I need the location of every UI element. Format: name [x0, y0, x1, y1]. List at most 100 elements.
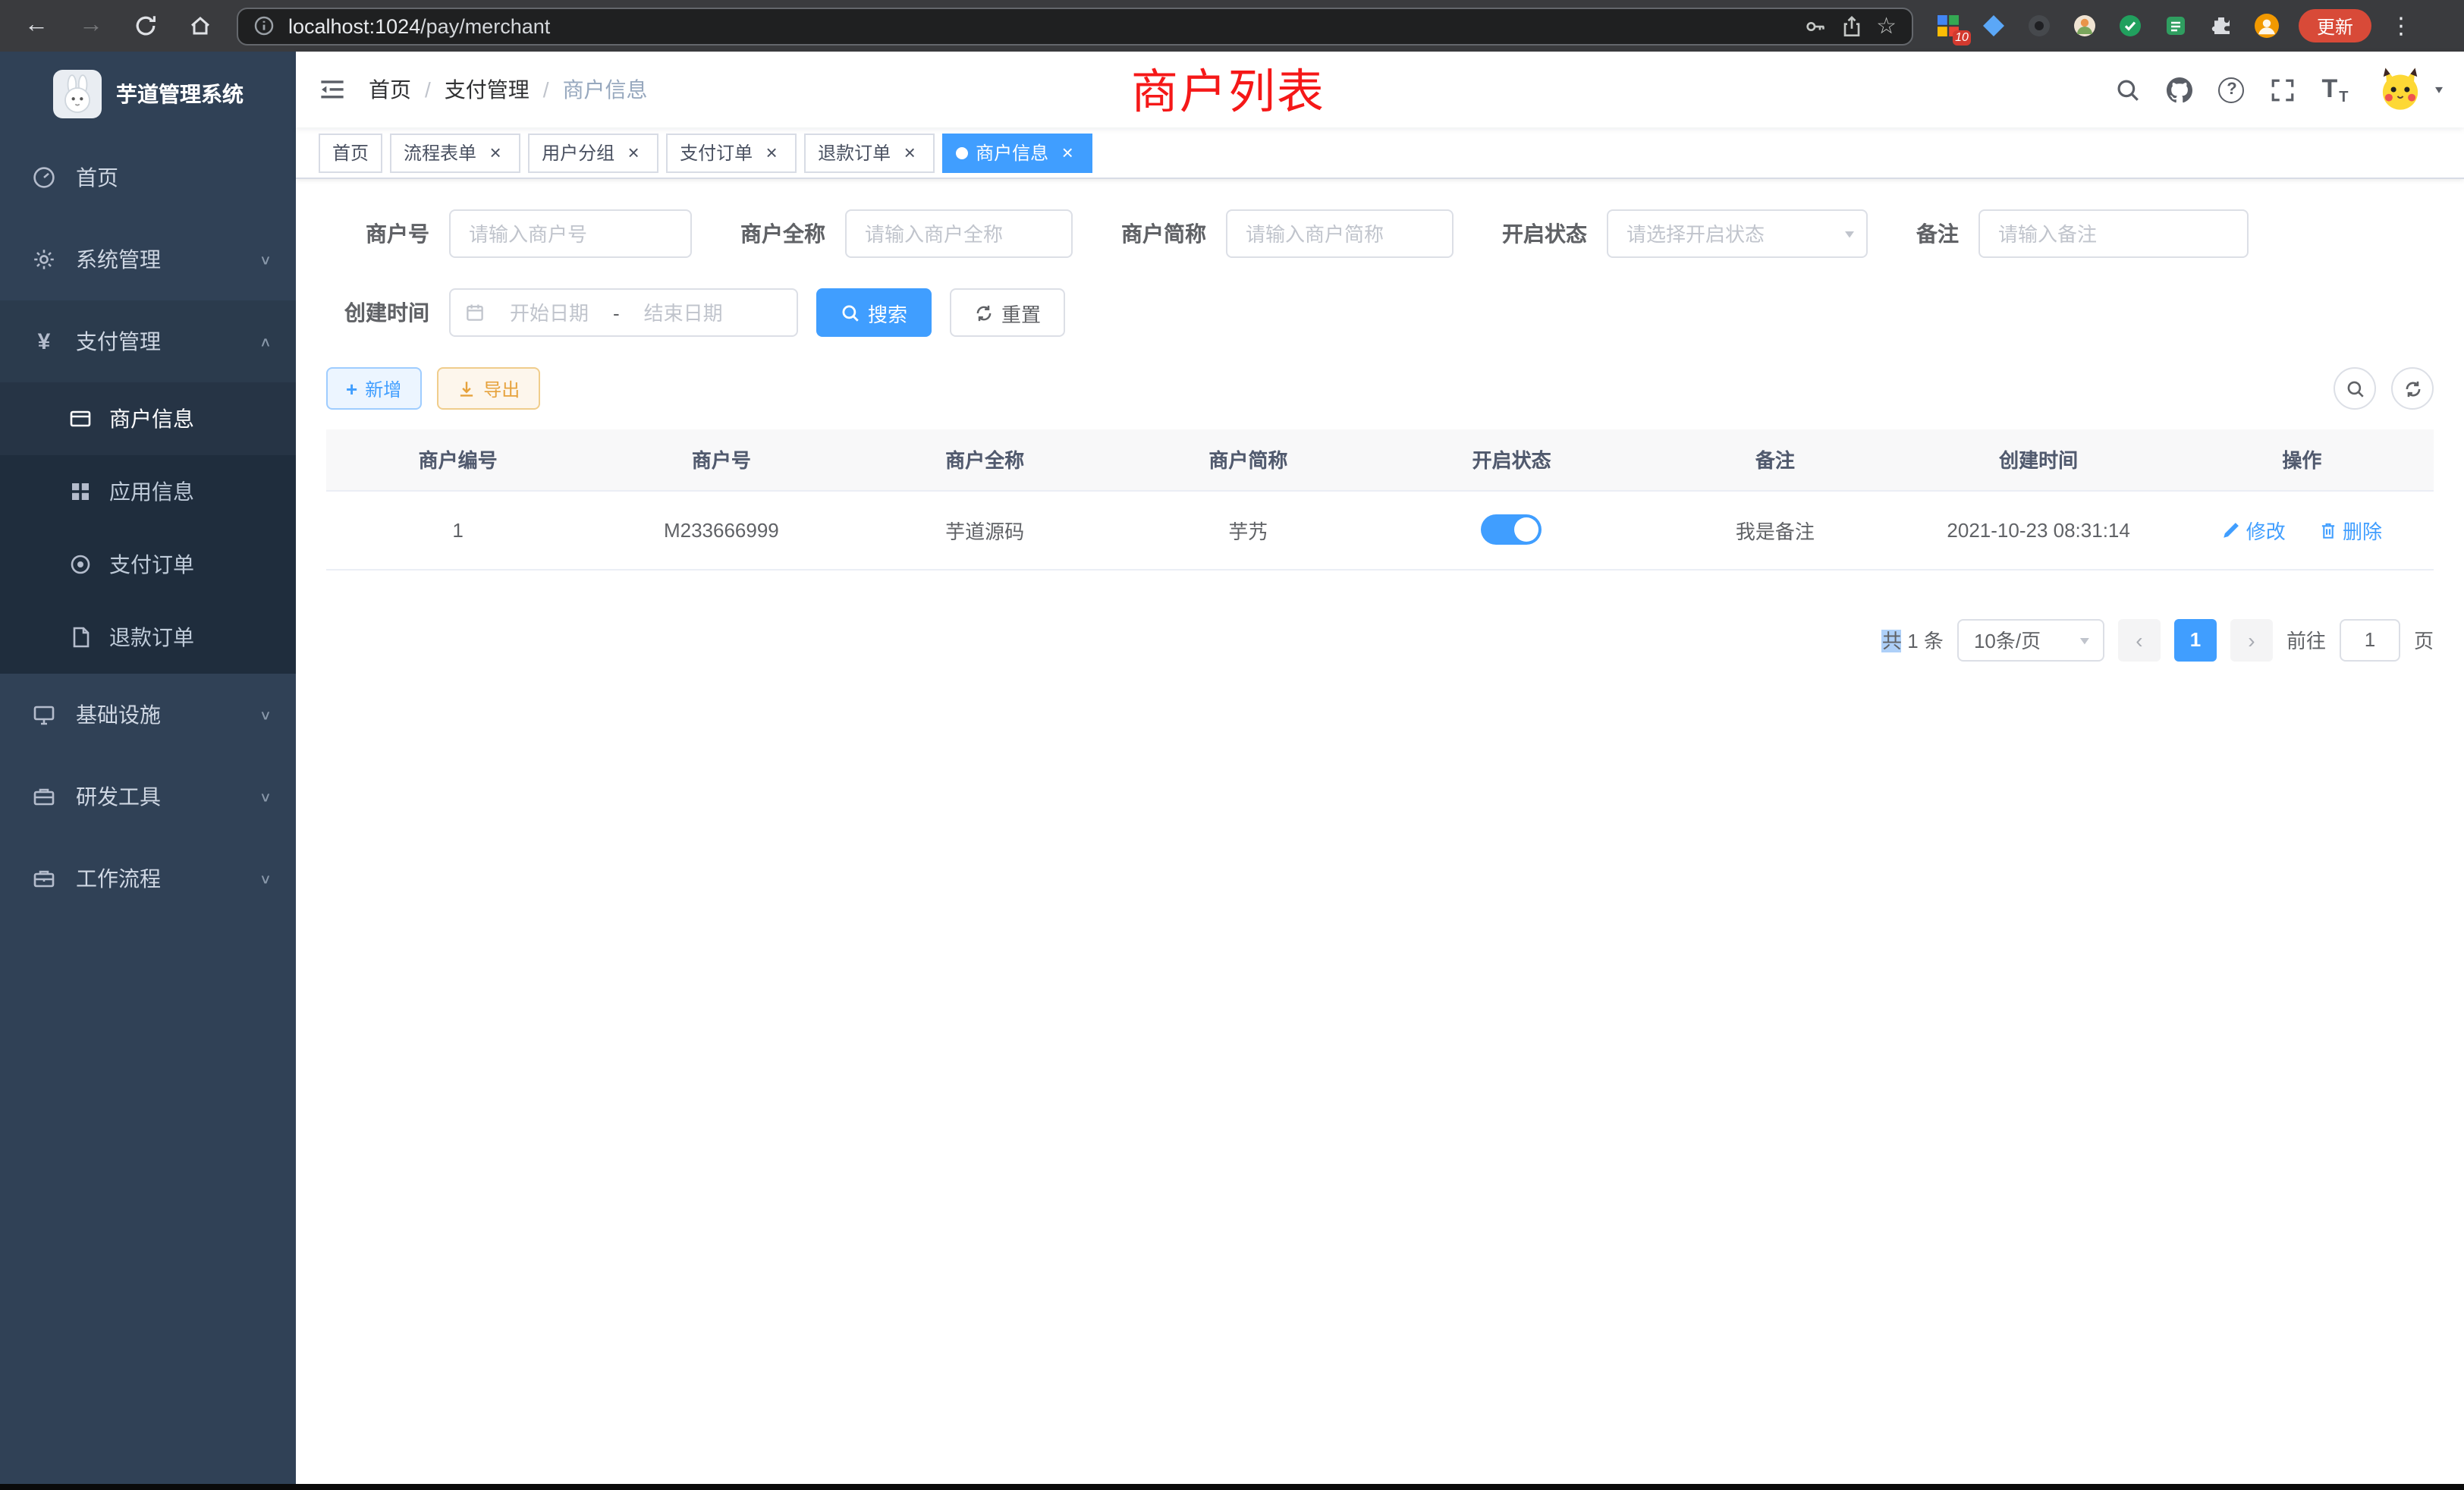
- search-button[interactable]: 搜索: [816, 288, 932, 337]
- filter-row-1: 商户号 商户全称 商户简称 开启状态: [326, 209, 2434, 258]
- bookmark-star-icon[interactable]: ☆: [1876, 14, 1897, 37]
- cell-index: 1: [326, 490, 589, 569]
- breadcrumb-home[interactable]: 首页: [369, 74, 411, 105]
- home-button[interactable]: [185, 11, 215, 41]
- goto-unit: 页: [2414, 625, 2434, 654]
- tag-user-group[interactable]: 用户分组×: [528, 133, 658, 172]
- breadcrumb-payment[interactable]: 支付管理: [445, 74, 530, 105]
- sidebar-item-pay-order[interactable]: 支付订单: [0, 528, 296, 601]
- sidebar-item-system[interactable]: 系统管理 ∨: [0, 218, 296, 300]
- site-info-icon[interactable]: [253, 15, 275, 36]
- plus-icon: +: [346, 377, 357, 400]
- cell-merchant-no: M233666999: [589, 490, 853, 569]
- trash-icon: [2318, 520, 2338, 539]
- sidebar: 芋道管理系统 首页 系统管理 ∨: [0, 52, 296, 1484]
- close-icon[interactable]: ×: [622, 141, 645, 164]
- sidebar-item-refund-order[interactable]: 退款订单: [0, 601, 296, 674]
- share-icon[interactable]: [1840, 14, 1862, 37]
- extension-grid-icon[interactable]: 10: [1934, 12, 1962, 39]
- close-icon[interactable]: ×: [484, 141, 507, 164]
- browser-profile-avatar[interactable]: [2253, 12, 2280, 39]
- toolbox-icon: [30, 865, 58, 892]
- extension-green-circle-icon[interactable]: [2117, 12, 2144, 39]
- sidebar-item-payment[interactable]: ¥ 支付管理 ∧: [0, 300, 296, 382]
- sidebar-item-home[interactable]: 首页: [0, 137, 296, 218]
- extension-avatar-icon[interactable]: [2071, 12, 2098, 39]
- goto-page-input[interactable]: [2340, 618, 2400, 661]
- create-time-range-picker[interactable]: -: [449, 288, 798, 337]
- close-icon[interactable]: ×: [760, 141, 783, 164]
- toggle-search-button[interactable]: [2334, 367, 2376, 410]
- tag-home[interactable]: 首页: [319, 133, 382, 172]
- tag-pay-order[interactable]: 支付订单×: [666, 133, 797, 172]
- calendar-icon: [464, 302, 486, 323]
- fullscreen-icon[interactable]: [2258, 52, 2309, 127]
- sidebar-collapse-icon[interactable]: [296, 52, 369, 127]
- merchant-no-input[interactable]: [449, 209, 692, 258]
- column-header-full-name: 商户全称: [853, 429, 1117, 490]
- browser-menu-icon[interactable]: ⋮: [2390, 12, 2411, 39]
- app-logo[interactable]: 芋道管理系统: [0, 52, 296, 137]
- end-date-input[interactable]: [627, 301, 740, 324]
- start-date-input[interactable]: [493, 301, 605, 324]
- refresh-table-button[interactable]: [2391, 367, 2434, 410]
- extensions-puzzle-icon[interactable]: [2208, 12, 2235, 39]
- caret-down-icon: ▾: [2435, 83, 2443, 96]
- chevron-down-icon: ∨: [259, 871, 272, 887]
- close-icon[interactable]: ×: [898, 141, 921, 164]
- page-size-select[interactable]: 10条/页 ▾: [1957, 618, 2104, 661]
- extension-diamond-icon[interactable]: [1980, 12, 2007, 39]
- github-icon[interactable]: [2154, 52, 2206, 127]
- page-1-button[interactable]: 1: [2174, 618, 2217, 661]
- remark-input[interactable]: [1978, 209, 2249, 258]
- sidebar-item-label: 商户信息: [109, 404, 194, 434]
- card-icon: [67, 405, 94, 432]
- url-host: localhost:1024: [288, 14, 420, 37]
- merchant-full-name-input[interactable]: [845, 209, 1073, 258]
- browser-update-button[interactable]: 更新: [2299, 9, 2371, 42]
- close-icon[interactable]: ×: [1056, 141, 1079, 164]
- back-button[interactable]: ←: [21, 11, 52, 41]
- navbar-actions: ? TT: [2103, 52, 2464, 127]
- tag-refund-order[interactable]: 退款订单×: [804, 133, 935, 172]
- status-select[interactable]: ▾: [1607, 209, 1868, 258]
- address-bar[interactable]: localhost:1024/pay/merchant ☆: [237, 7, 1913, 45]
- status-toggle[interactable]: [1482, 514, 1542, 545]
- add-button[interactable]: + 新增: [326, 367, 421, 410]
- sidebar-item-workflow[interactable]: 工作流程 ∨: [0, 838, 296, 919]
- header-search-icon[interactable]: [2103, 52, 2154, 127]
- sidebar-item-label: 首页: [76, 162, 118, 193]
- dashboard-icon: [30, 164, 58, 191]
- column-header-remark: 备注: [1643, 429, 1906, 490]
- browser-nav-buttons: ← →: [15, 11, 222, 41]
- sidebar-item-app-info[interactable]: 应用信息: [0, 455, 296, 528]
- edit-link[interactable]: 修改: [2222, 515, 2286, 544]
- delete-link[interactable]: 删除: [2318, 515, 2382, 544]
- reload-button[interactable]: [130, 11, 161, 41]
- refresh-icon: [2403, 379, 2422, 398]
- extension-note-icon[interactable]: [2162, 12, 2189, 39]
- filter-merchant-full-name: 商户全称: [740, 209, 1073, 258]
- prev-page-button[interactable]: ‹: [2118, 618, 2161, 661]
- user-avatar[interactable]: ▾: [2376, 65, 2443, 114]
- sidebar-item-dev-tools[interactable]: 研发工具 ∨: [0, 756, 296, 838]
- sidebar-item-infrastructure[interactable]: 基础设施 ∨: [0, 674, 296, 756]
- merchant-short-name-input[interactable]: [1226, 209, 1454, 258]
- reset-button[interactable]: 重置: [950, 288, 1065, 337]
- next-page-button[interactable]: ›: [2230, 618, 2273, 661]
- tag-merchant-info[interactable]: 商户信息×: [942, 133, 1092, 172]
- font-size-icon[interactable]: TT: [2309, 52, 2361, 127]
- goto-label: 前往: [2286, 625, 2326, 654]
- sidebar-item-merchant-info[interactable]: 商户信息: [0, 382, 296, 455]
- extension-dark-circle-icon[interactable]: [2026, 12, 2053, 39]
- breadcrumb-merchant-info: 商户信息: [563, 74, 648, 105]
- filter-create-time: 创建时间 -: [326, 288, 798, 337]
- tag-process-form[interactable]: 流程表单×: [390, 133, 520, 172]
- export-button[interactable]: 导出: [436, 367, 539, 410]
- status-select-input[interactable]: [1607, 209, 1868, 258]
- help-icon[interactable]: ?: [2206, 52, 2258, 127]
- filter-merchant-short-name: 商户简称: [1121, 209, 1454, 258]
- forward-button[interactable]: →: [76, 11, 106, 41]
- active-dot: [956, 146, 968, 159]
- password-key-icon[interactable]: [1803, 14, 1826, 37]
